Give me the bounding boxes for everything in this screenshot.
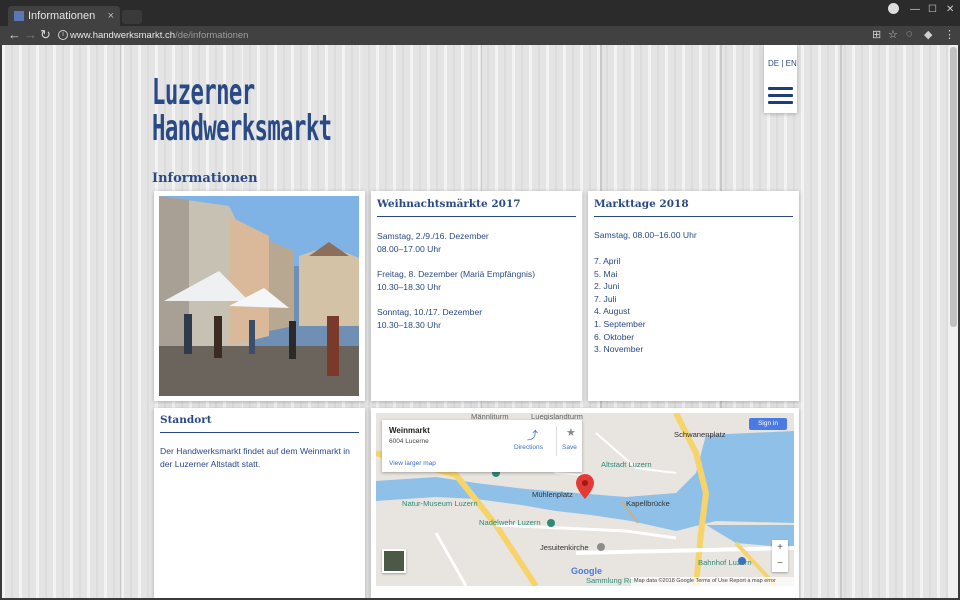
save-link[interactable]: Save [562,444,577,451]
extension2-icon[interactable]: ◆ [924,28,932,41]
minimize-icon[interactable]: — [910,4,920,15]
zoom-out-button[interactable]: − [772,556,788,572]
market-photo [159,196,359,396]
page-viewport: Luzerner Handwerksmarkt DE | EN Informat… [2,45,948,598]
market-day-item: 7. Juli [594,293,617,304]
bookmark-star-icon[interactable]: ☆ [888,28,898,41]
market-day-item: 6. Oktober [594,331,635,342]
browser-tab[interactable]: Informationen × [8,6,120,26]
tab-close-icon[interactable]: × [108,6,114,26]
new-tab-button[interactable] [122,10,142,24]
maximize-icon[interactable]: ☐ [928,4,937,15]
back-icon[interactable]: ← [8,27,21,42]
map-card: Schwanenplatz Altstadt Luzern Mühlenplat… [371,408,799,598]
language-switcher: DE | EN [768,59,797,68]
satellite-toggle[interactable] [382,549,406,573]
map-label-natur-museum: Natur-Museum Luzern [402,499,478,508]
profile-icon[interactable] [888,3,899,14]
site-logo[interactable]: Luzerner Handwerksmarkt [152,72,332,149]
map-attribution: Map data ©2018 Google Terms of Use Repor… [631,577,794,586]
lang-separator: | [781,59,784,68]
directions-icon[interactable]: ⤴ [527,427,538,443]
map-place-zip: 6004 Lucerne [389,438,429,445]
favicon-icon [14,11,24,21]
menu-dots-icon[interactable]: ⋮ [944,28,955,41]
christmas-entry-date: Samstag, 2./9./16. Dezember [377,231,489,241]
logo-line-1: Luzerner [152,72,255,113]
save-star-icon[interactable]: ★ [566,426,576,439]
browser-toolbar: ← → ↻ i www.handwerksmarkt.ch/de/informa… [0,26,960,45]
market-day-item: 1. September [594,318,646,329]
market-day-item: 4. August [594,306,630,317]
map-sign-in-button[interactable]: Sign in [749,418,787,430]
address-bar[interactable]: i www.handwerksmarkt.ch/de/informationen [56,27,856,44]
page-scrollbar-thumb[interactable] [950,47,957,327]
map-place-name: Weinmarkt [389,426,430,435]
market-days-heading: Markttage 2018 [594,198,793,217]
reload-icon[interactable]: ↻ [40,27,51,43]
market-day-item: 3. November [594,344,644,355]
map-label-bahnhof: Bahnhof Luzern [698,558,752,567]
language-menu-panel: DE | EN [764,45,797,113]
christmas-entry-time: 10.30–18.30 Uhr [377,282,442,292]
map-popup-divider [556,426,557,456]
photo-card [154,191,365,401]
map-zoom-control: + − [772,540,788,572]
christmas-entry-date: Freitag, 8. Dezember (Mariä Empfängnis) [377,269,536,279]
market-day-item: 7. April [594,256,621,266]
browser-tab-bar: Informationen × — ☐ ✕ [0,0,960,26]
map-label-schwanenplatz: Schwanenplatz [674,430,726,439]
url-host: www.handwerksmarkt.ch [70,30,176,41]
location-card: Standort Der Handwerksmarkt findet auf d… [154,408,365,598]
translate-icon[interactable]: ⊞ [872,28,881,41]
location-heading: Standort [160,414,359,433]
map-label-nadelwehr: Nadelwehr Luzern [479,518,541,527]
market-day-item: 5. Mai [594,268,618,279]
close-window-icon[interactable]: ✕ [946,4,954,15]
zoom-in-button[interactable]: + [772,540,788,556]
hamburger-menu-icon[interactable] [768,87,793,107]
christmas-entry-date: Sonntag, 10./17. Dezember [377,307,483,317]
page-title: Informationen [152,171,258,186]
christmas-markets-heading: Weihnachtsmärkte 2017 [377,198,576,217]
view-larger-map-link[interactable]: View larger map [389,460,436,467]
google-logo: Google [571,566,602,576]
christmas-entry-time: 08.00–17.00 Uhr [377,244,442,254]
google-map[interactable]: Schwanenplatz Altstadt Luzern Mühlenplat… [376,413,794,586]
site-info-icon[interactable]: i [58,30,68,40]
extension-icon[interactable]: ◌ [906,28,913,40]
location-text: Der Handwerksmarkt findet auf dem Weinma… [160,446,350,469]
url-path: /de/informationen [175,30,249,41]
map-label-muehlenplatz: Mühlenplatz [532,490,573,499]
map-place-card: Weinmarkt 6004 Lucerne View larger map ⤴… [382,420,582,472]
forward-icon[interactable]: → [24,27,37,42]
market-day-item: 2. Juni [594,281,620,292]
logo-line-2: Handwerksmarkt [152,108,332,149]
market-days-card: Markttage 2018 Samstag, 08.00–16.00 Uhr … [588,191,799,401]
market-days-intro: Samstag, 08.00–16.00 Uhr [594,230,697,240]
christmas-markets-card: Weihnachtsmärkte 2017 Samstag, 2./9./16.… [371,191,582,401]
map-label-altstadt: Altstadt Luzern [601,460,652,469]
christmas-entry-time: 10.30–18.30 Uhr [377,320,442,330]
map-label-jesuitenkirche: Jesuitenkirche [540,543,589,552]
map-label-sammlung: Sammlung Ros [586,576,638,585]
lang-de-link[interactable]: DE [768,59,779,68]
directions-link[interactable]: Directions [514,444,543,451]
market-days-list: 7. April 5. Mai 2. Juni 7. Juli 4. Augus… [594,255,793,356]
map-label-kapellbruecke: Kapellbrücke [626,499,670,508]
lang-en-link[interactable]: EN [786,59,797,68]
tab-title: Informationen [28,10,96,22]
